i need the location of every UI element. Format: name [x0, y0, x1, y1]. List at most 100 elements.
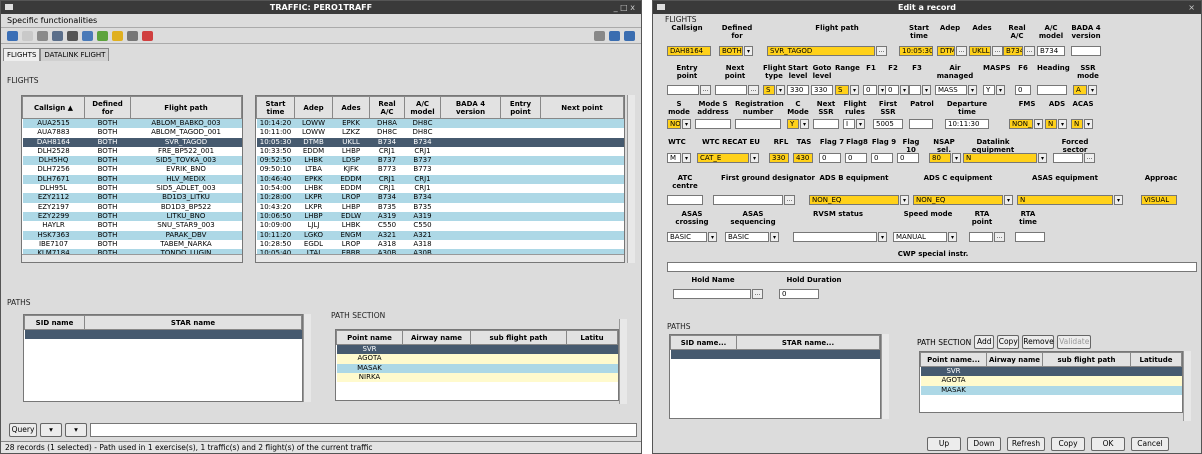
validate-button[interactable]: Validate — [1057, 335, 1092, 349]
refresh-button[interactable]: Refresh — [1007, 437, 1045, 451]
field-bada4[interactable] — [1071, 46, 1101, 56]
back-arrow-icon[interactable] — [609, 30, 620, 41]
col-header-real-ac[interactable]: Real A/C — [369, 96, 405, 119]
dropdown-arrow-icon[interactable]: ▾ — [708, 232, 717, 242]
dropdown-arrow-icon[interactable]: ▾ — [1084, 119, 1093, 129]
field-ades[interactable]: UKLL — [969, 46, 991, 56]
browse-button[interactable]: ... — [1084, 153, 1095, 163]
horizontal-scrollbar[interactable] — [256, 254, 624, 262]
col-header-ac-model[interactable]: A/C model — [404, 96, 441, 119]
dropdown-arrow-icon[interactable]: ▾ — [856, 119, 865, 129]
dropdown-arrow-icon[interactable]: ▾ — [922, 85, 931, 95]
field-ads-b[interactable]: NON_EQ — [809, 195, 899, 205]
field-speed-mode[interactable]: MANUAL — [893, 232, 947, 242]
field-wtc[interactable]: M — [667, 153, 681, 163]
delete-icon[interactable] — [142, 30, 153, 41]
browse-button[interactable]: ... — [748, 85, 759, 95]
cancel-button[interactable]: Cancel — [1131, 437, 1169, 451]
copy-button[interactable]: Copy — [997, 335, 1020, 349]
table-row[interactable]: 10:09:00 LJLJ LHBK C550 C550 — [257, 221, 624, 230]
settings-icon[interactable] — [594, 30, 605, 41]
field-approach[interactable]: VISUAL — [1141, 195, 1177, 205]
table-row[interactable]: MASAK — [336, 363, 618, 373]
field-flag9[interactable]: 0 — [871, 153, 893, 163]
field-departure-time[interactable]: 10:11:30 — [945, 119, 989, 129]
table-row[interactable]: 10:06:50 LHBP EDLW A319 A319 — [256, 211, 624, 222]
dropdown-arrow-icon[interactable]: ▾ — [1114, 195, 1123, 205]
field-forced-sector[interactable] — [1053, 153, 1083, 163]
field-rvsm[interactable] — [793, 232, 877, 242]
col-header-latitude[interactable]: Latitude — [1130, 352, 1182, 367]
browse-button[interactable]: ... — [994, 232, 1005, 242]
table-row[interactable]: AUA7883 BOTH ABLOM_TAGOD_001 — [23, 128, 242, 137]
field-rfl[interactable]: 330 — [769, 153, 789, 163]
table-row[interactable]: DAH8164 BOTH SVR_TAGOD — [22, 137, 242, 147]
query-dropdown-1[interactable]: ▾ — [40, 423, 62, 437]
table-row[interactable]: HSK7363 BOTH PARAK_DBV — [22, 230, 242, 240]
field-ads-c[interactable]: NON_EQ — [913, 195, 1003, 205]
tab-flights[interactable]: FLIGHTS — [3, 48, 41, 61]
col-header-bada4-version[interactable]: BADA 4 version — [440, 96, 501, 119]
field-asas-seq[interactable]: BASIC — [725, 232, 769, 242]
browse-button[interactable]: ... — [992, 46, 1003, 56]
col-header-start-time[interactable]: Start time — [256, 96, 295, 119]
dropdown-arrow-icon[interactable]: ▾ — [1038, 153, 1047, 163]
field-flag8[interactable]: 0 — [845, 153, 867, 163]
dropdown-arrow-icon[interactable]: ▾ — [800, 119, 809, 129]
dropdown-arrow-icon[interactable]: ▾ — [750, 153, 759, 163]
window-menu-icon[interactable] — [5, 4, 13, 10]
col-header-next-point[interactable]: Next point — [540, 96, 624, 119]
field-flag7[interactable]: 0 — [819, 153, 841, 163]
move-icon[interactable] — [37, 30, 48, 41]
col-header-callsign[interactable]: Callsign ▲ — [22, 96, 85, 119]
col-header-star-name[interactable]: STAR name... — [736, 335, 880, 350]
import-icon[interactable] — [97, 30, 108, 41]
field-ads[interactable]: N — [1045, 119, 1057, 129]
col-header-point-name[interactable]: Point name — [336, 330, 403, 345]
col-header-airway-name[interactable]: Airway name — [986, 352, 1043, 367]
field-callsign[interactable]: DAH8164 — [667, 46, 711, 56]
col-header-defined-for[interactable]: Defined for — [84, 96, 131, 119]
table-row[interactable]: NIRKA — [336, 372, 618, 383]
field-s-mode[interactable]: NO — [667, 119, 681, 129]
table-row[interactable]: 10:11:00 LOWW LZKZ DH8C DH8C — [257, 128, 624, 137]
field-range[interactable]: S — [835, 85, 849, 95]
table-row[interactable]: 09:50:10 LTBA KJFK B773 B773 — [257, 165, 624, 174]
horizontal-scrollbar[interactable] — [22, 254, 242, 262]
table-row[interactable]: 10:54:00 LHBK EDDM CRJ1 CRJ1 — [257, 184, 624, 193]
field-ac-model[interactable]: B734 — [1037, 46, 1065, 56]
browse-button[interactable]: ... — [752, 289, 763, 299]
dropdown-arrow-icon[interactable]: ▾ — [1034, 119, 1043, 129]
field-nsap[interactable]: 80 — [929, 153, 951, 163]
vertical-scrollbar[interactable] — [881, 334, 889, 419]
vertical-scrollbar[interactable] — [627, 95, 635, 263]
dropdown-arrow-icon[interactable]: ▾ — [776, 85, 785, 95]
field-mode-s-address[interactable] — [695, 119, 731, 129]
field-flight-path[interactable]: SVR_TAGOD — [767, 46, 875, 56]
table-row[interactable]: 09:52:50 LHBK LDSP B737 B737 — [256, 156, 624, 166]
field-defined-for[interactable]: BOTH — [719, 46, 743, 56]
table-row[interactable]: AGOTA — [336, 354, 618, 364]
field-patrol[interactable] — [909, 119, 933, 129]
dropdown-arrow-icon[interactable]: ▾ — [1004, 195, 1013, 205]
dropdown-arrow-icon[interactable]: ▾ — [682, 119, 691, 129]
field-first-ssr[interactable]: 5005 — [873, 119, 903, 129]
col-header-sid-name[interactable]: SID name... — [670, 335, 737, 350]
field-hold-name[interactable] — [673, 289, 751, 299]
down-button[interactable]: Down — [967, 437, 1001, 451]
field-flag10[interactable]: 0 — [897, 153, 919, 163]
field-rta-time[interactable] — [1015, 232, 1045, 242]
copy-record-button[interactable]: Copy — [1051, 437, 1085, 451]
field-fms[interactable]: NON_EQ — [1009, 119, 1033, 129]
table-row[interactable]: DLH7671 BOTH HLV_MEDIX — [22, 174, 242, 185]
field-c-mode[interactable]: Y — [787, 119, 799, 129]
window-menu-icon[interactable] — [657, 4, 665, 10]
tab-datalink-flight[interactable]: DATALINK FLIGHT — [40, 48, 110, 61]
field-start-time[interactable]: 10:05:30 — [899, 46, 933, 56]
table-row[interactable]: 10:46:40 EPKK EDDM CRJ1 CRJ1 — [256, 174, 624, 185]
cut-icon[interactable] — [127, 30, 138, 41]
table-row[interactable]: IBE7107 BOTH TABEM_NARKA — [23, 240, 242, 249]
col-header-point-name[interactable]: Point name... — [920, 352, 987, 367]
field-acas[interactable]: N — [1071, 119, 1083, 129]
table-row[interactable]: EZY2112 BOTH BD1D3_LITKU — [22, 193, 242, 203]
